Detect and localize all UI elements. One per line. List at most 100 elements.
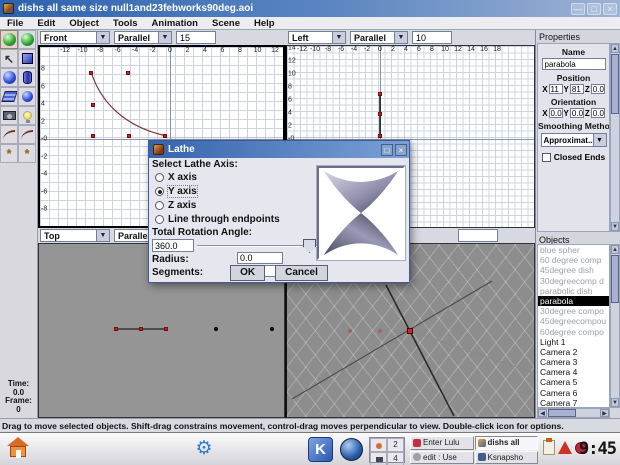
orient-z-input[interactable] [590, 108, 605, 118]
faint-scene-point[interactable] [378, 329, 382, 333]
pager-desktop-1[interactable] [370, 438, 387, 452]
objects-vscrollbar[interactable]: ▲ ▼ [610, 244, 620, 408]
create-cylinder-tool[interactable] [18, 68, 36, 87]
scroll-up-icon[interactable]: ▲ [611, 44, 619, 53]
left-view-select[interactable]: Left ▼ [288, 31, 346, 44]
window-titlebar[interactable]: dishs all same size null1and23febworks90… [0, 0, 620, 17]
close-button[interactable]: × [603, 2, 617, 15]
scrollbar-thumb[interactable] [611, 54, 619, 114]
control-point[interactable] [126, 133, 131, 138]
dark-scene-point[interactable] [270, 327, 274, 331]
gear-icon[interactable]: ⚙ [192, 437, 216, 461]
front-view-select[interactable]: Front ▼ [40, 31, 110, 44]
lathe-axis-radio[interactable]: Y axis [155, 184, 198, 198]
create-polymesh-tool[interactable] [18, 87, 36, 106]
lathe-axis-radio[interactable]: X axis [155, 171, 197, 183]
radio-icon[interactable] [155, 186, 164, 196]
task-button[interactable]: edit : Use [410, 450, 474, 464]
dark-scene-point[interactable] [214, 327, 218, 331]
orient-x-input[interactable] [548, 108, 563, 118]
control-point[interactable] [91, 102, 95, 107]
create-light-tool[interactable] [18, 106, 36, 125]
object-list-item[interactable]: 45degree dish [538, 265, 609, 275]
lathe-axis-radio[interactable]: Z axis [155, 199, 196, 211]
create-cube-tool[interactable] [18, 49, 36, 68]
home-launcher-icon[interactable] [6, 437, 30, 461]
control-point[interactable] [91, 133, 95, 138]
menu-item[interactable]: File [0, 18, 30, 29]
maximize-button[interactable]: □ [587, 2, 601, 15]
menu-item[interactable]: Object [62, 18, 106, 29]
move-points-tool[interactable]: * [0, 144, 18, 163]
move-object-tool[interactable] [0, 30, 18, 49]
scroll-down-icon[interactable]: ▼ [611, 222, 619, 231]
control-point[interactable] [89, 70, 94, 75]
scale-points-tool[interactable]: * [18, 144, 36, 163]
clipboard-icon[interactable] [543, 438, 555, 455]
object-list-item[interactable]: 60degree compo [538, 327, 609, 337]
properties-scrollbar[interactable]: ▲ ▼ [610, 43, 620, 232]
control-point[interactable] [162, 133, 167, 138]
dialog-maximize-button[interactable]: □ [381, 143, 393, 156]
cancel-button[interactable]: Cancel [275, 265, 328, 281]
control-point[interactable] [114, 327, 118, 331]
rotation-angle-slider[interactable] [197, 239, 317, 253]
object-list-item[interactable]: parabolic dish [538, 286, 609, 296]
rotate-object-tool[interactable] [18, 30, 36, 49]
object-list-item[interactable]: parabola [538, 295, 609, 307]
control-point[interactable] [378, 91, 382, 96]
selection-marker[interactable] [407, 328, 413, 334]
radio-icon[interactable] [155, 214, 164, 224]
scrollbar-thumb[interactable] [611, 255, 619, 303]
create-approximating-curve-tool[interactable] [18, 125, 36, 144]
left-zoom-input[interactable] [412, 31, 452, 44]
object-list-item[interactable]: 30degree compo [538, 306, 609, 316]
menu-item[interactable]: Help [247, 18, 282, 29]
front-zoom-input[interactable] [176, 31, 216, 44]
object-list-item[interactable]: Camera 7 [538, 398, 609, 407]
create-sphere-tool[interactable] [0, 68, 18, 87]
create-curve-tool[interactable] [0, 125, 18, 144]
scroll-up-icon[interactable]: ▲ [611, 245, 619, 254]
orient-y-input[interactable] [569, 108, 584, 118]
minimize-button[interactable]: — [571, 2, 585, 15]
pos-z-input[interactable] [590, 84, 605, 94]
create-camera-tool[interactable] [0, 106, 18, 125]
object-list-item[interactable]: Camera 6 [538, 388, 609, 398]
scroll-left-icon[interactable]: ◀ [538, 409, 547, 417]
object-list-item[interactable]: Camera 2 [538, 347, 609, 357]
menu-item[interactable]: Animation [145, 18, 205, 29]
control-point[interactable] [378, 133, 382, 138]
task-button[interactable]: dishs all [474, 436, 538, 450]
task-button[interactable]: Enter Lulu [410, 436, 474, 450]
slider-thumb[interactable] [303, 239, 316, 253]
scroll-down-icon[interactable]: ▼ [611, 398, 619, 407]
front-projection-select[interactable]: Parallel ▼ [114, 31, 172, 44]
pos-x-input[interactable] [548, 84, 563, 94]
camera-zoom-input[interactable] [458, 229, 498, 242]
task-button[interactable]: Ksnapsho [474, 450, 538, 464]
object-list-item[interactable]: Camera 4 [538, 367, 609, 377]
control-point[interactable] [378, 112, 382, 117]
name-input[interactable] [541, 58, 606, 70]
smoothing-method-select[interactable]: Approximat... ▼ [540, 133, 607, 147]
object-list-item[interactable]: Camera 3 [538, 357, 609, 367]
dialog-close-button[interactable]: × [395, 143, 407, 156]
radio-icon[interactable] [155, 172, 164, 182]
dialog-titlebar[interactable]: Lathe □ × [149, 141, 409, 158]
pos-y-input[interactable] [569, 84, 584, 94]
left-projection-select[interactable]: Parallel ▼ [350, 31, 408, 44]
radius-input[interactable] [237, 252, 283, 264]
warning-icon[interactable] [558, 441, 572, 454]
control-point[interactable] [164, 327, 168, 331]
faint-scene-point[interactable] [348, 329, 352, 333]
lathe-axis-radio[interactable]: Line through endpoints [155, 213, 280, 225]
scrollbar-thumb[interactable] [548, 409, 576, 417]
pager-desktop-3[interactable] [370, 452, 387, 465]
object-list-item[interactable]: blue spher [538, 245, 609, 255]
menu-item[interactable]: Tools [106, 18, 145, 29]
control-point[interactable] [139, 327, 143, 331]
object-list-item[interactable]: Light 1 [538, 337, 609, 347]
ok-button[interactable]: OK [230, 265, 266, 281]
object-list-item[interactable]: 45degreecompou [538, 316, 609, 326]
